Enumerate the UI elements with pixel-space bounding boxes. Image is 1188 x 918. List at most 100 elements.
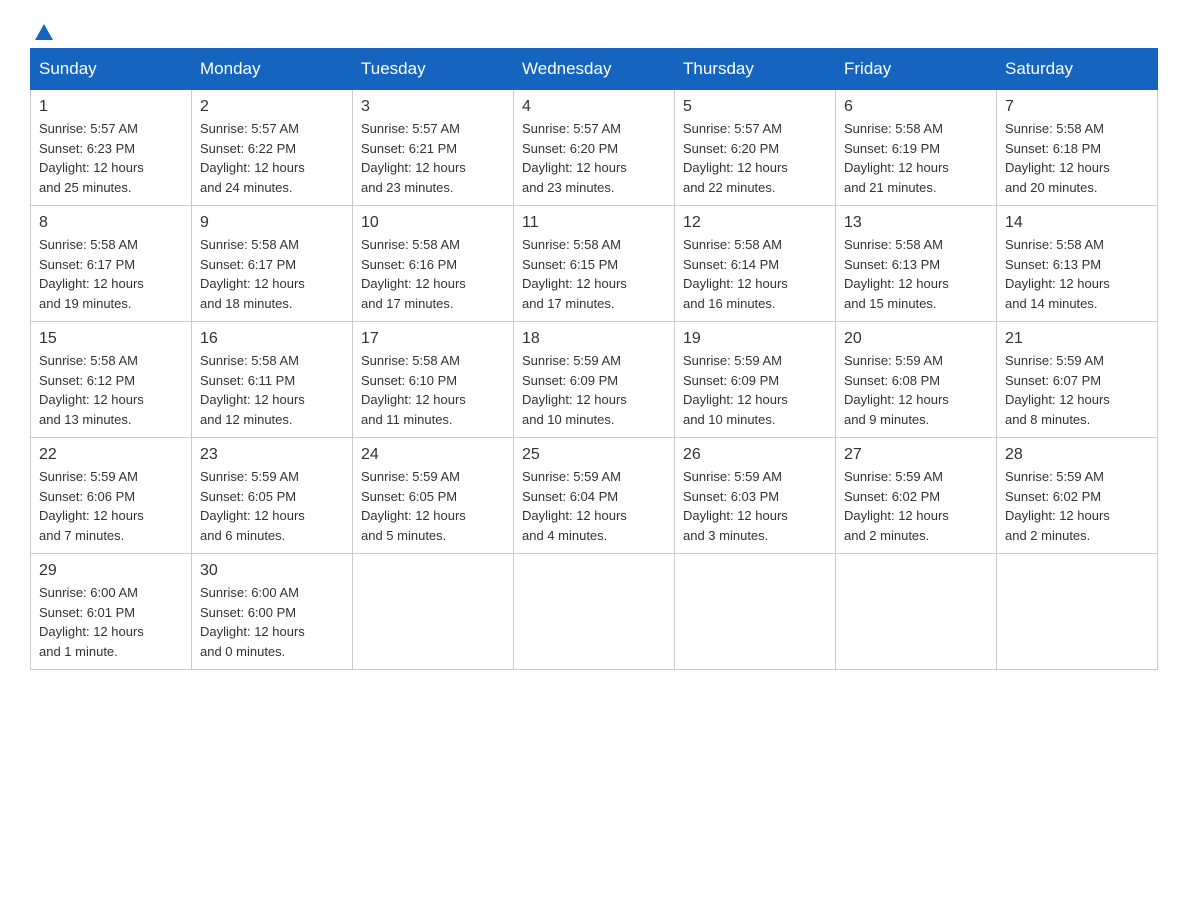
day-number: 23 <box>200 446 344 464</box>
calendar-cell <box>675 554 836 670</box>
day-info: Sunrise: 5:59 AMSunset: 6:05 PMDaylight:… <box>361 469 466 543</box>
logo-triangle-icon <box>33 22 55 44</box>
day-number: 1 <box>39 98 183 116</box>
calendar-header-row: SundayMondayTuesdayWednesdayThursdayFrid… <box>31 49 1158 90</box>
day-info: Sunrise: 5:58 AMSunset: 6:18 PMDaylight:… <box>1005 121 1110 195</box>
day-number: 26 <box>683 446 827 464</box>
day-info: Sunrise: 5:58 AMSunset: 6:13 PMDaylight:… <box>1005 237 1110 311</box>
calendar-cell: 16 Sunrise: 5:58 AMSunset: 6:11 PMDaylig… <box>192 322 353 438</box>
day-info: Sunrise: 5:59 AMSunset: 6:09 PMDaylight:… <box>683 353 788 427</box>
calendar-cell <box>836 554 997 670</box>
day-number: 2 <box>200 98 344 116</box>
header-wednesday: Wednesday <box>514 49 675 90</box>
calendar-cell: 17 Sunrise: 5:58 AMSunset: 6:10 PMDaylig… <box>353 322 514 438</box>
day-number: 24 <box>361 446 505 464</box>
calendar-cell <box>997 554 1158 670</box>
header-friday: Friday <box>836 49 997 90</box>
calendar-cell: 10 Sunrise: 5:58 AMSunset: 6:16 PMDaylig… <box>353 206 514 322</box>
calendar-cell: 25 Sunrise: 5:59 AMSunset: 6:04 PMDaylig… <box>514 438 675 554</box>
day-info: Sunrise: 6:00 AMSunset: 6:00 PMDaylight:… <box>200 585 305 659</box>
day-info: Sunrise: 6:00 AMSunset: 6:01 PMDaylight:… <box>39 585 144 659</box>
calendar-cell: 27 Sunrise: 5:59 AMSunset: 6:02 PMDaylig… <box>836 438 997 554</box>
calendar-cell: 8 Sunrise: 5:58 AMSunset: 6:17 PMDayligh… <box>31 206 192 322</box>
calendar-cell: 15 Sunrise: 5:58 AMSunset: 6:12 PMDaylig… <box>31 322 192 438</box>
calendar-week-5: 29 Sunrise: 6:00 AMSunset: 6:01 PMDaylig… <box>31 554 1158 670</box>
day-number: 9 <box>200 214 344 232</box>
calendar-cell: 14 Sunrise: 5:58 AMSunset: 6:13 PMDaylig… <box>997 206 1158 322</box>
day-number: 8 <box>39 214 183 232</box>
day-info: Sunrise: 5:59 AMSunset: 6:08 PMDaylight:… <box>844 353 949 427</box>
calendar-cell: 12 Sunrise: 5:58 AMSunset: 6:14 PMDaylig… <box>675 206 836 322</box>
day-number: 18 <box>522 330 666 348</box>
calendar-cell: 5 Sunrise: 5:57 AMSunset: 6:20 PMDayligh… <box>675 90 836 206</box>
day-info: Sunrise: 5:59 AMSunset: 6:04 PMDaylight:… <box>522 469 627 543</box>
calendar-cell: 20 Sunrise: 5:59 AMSunset: 6:08 PMDaylig… <box>836 322 997 438</box>
calendar-cell: 6 Sunrise: 5:58 AMSunset: 6:19 PMDayligh… <box>836 90 997 206</box>
calendar-table: SundayMondayTuesdayWednesdayThursdayFrid… <box>30 48 1158 670</box>
header-tuesday: Tuesday <box>353 49 514 90</box>
day-info: Sunrise: 5:58 AMSunset: 6:17 PMDaylight:… <box>39 237 144 311</box>
day-info: Sunrise: 5:57 AMSunset: 6:22 PMDaylight:… <box>200 121 305 195</box>
calendar-cell: 24 Sunrise: 5:59 AMSunset: 6:05 PMDaylig… <box>353 438 514 554</box>
day-number: 10 <box>361 214 505 232</box>
calendar-cell: 22 Sunrise: 5:59 AMSunset: 6:06 PMDaylig… <box>31 438 192 554</box>
calendar-cell <box>353 554 514 670</box>
calendar-cell: 3 Sunrise: 5:57 AMSunset: 6:21 PMDayligh… <box>353 90 514 206</box>
day-number: 21 <box>1005 330 1149 348</box>
day-info: Sunrise: 5:57 AMSunset: 6:20 PMDaylight:… <box>522 121 627 195</box>
day-number: 22 <box>39 446 183 464</box>
calendar-week-2: 8 Sunrise: 5:58 AMSunset: 6:17 PMDayligh… <box>31 206 1158 322</box>
calendar-cell: 4 Sunrise: 5:57 AMSunset: 6:20 PMDayligh… <box>514 90 675 206</box>
day-info: Sunrise: 5:59 AMSunset: 6:05 PMDaylight:… <box>200 469 305 543</box>
day-info: Sunrise: 5:58 AMSunset: 6:11 PMDaylight:… <box>200 353 305 427</box>
calendar-week-3: 15 Sunrise: 5:58 AMSunset: 6:12 PMDaylig… <box>31 322 1158 438</box>
calendar-week-1: 1 Sunrise: 5:57 AMSunset: 6:23 PMDayligh… <box>31 90 1158 206</box>
day-info: Sunrise: 5:59 AMSunset: 6:03 PMDaylight:… <box>683 469 788 543</box>
day-number: 19 <box>683 330 827 348</box>
day-number: 15 <box>39 330 183 348</box>
day-info: Sunrise: 5:58 AMSunset: 6:13 PMDaylight:… <box>844 237 949 311</box>
day-info: Sunrise: 5:58 AMSunset: 6:16 PMDaylight:… <box>361 237 466 311</box>
calendar-cell: 23 Sunrise: 5:59 AMSunset: 6:05 PMDaylig… <box>192 438 353 554</box>
day-number: 29 <box>39 562 183 580</box>
day-info: Sunrise: 5:58 AMSunset: 6:14 PMDaylight:… <box>683 237 788 311</box>
header-monday: Monday <box>192 49 353 90</box>
day-number: 28 <box>1005 446 1149 464</box>
calendar-cell: 2 Sunrise: 5:57 AMSunset: 6:22 PMDayligh… <box>192 90 353 206</box>
day-number: 17 <box>361 330 505 348</box>
calendar-cell: 21 Sunrise: 5:59 AMSunset: 6:07 PMDaylig… <box>997 322 1158 438</box>
page-header <box>30 20 1158 38</box>
calendar-cell <box>514 554 675 670</box>
day-info: Sunrise: 5:58 AMSunset: 6:19 PMDaylight:… <box>844 121 949 195</box>
day-number: 14 <box>1005 214 1149 232</box>
day-info: Sunrise: 5:57 AMSunset: 6:23 PMDaylight:… <box>39 121 144 195</box>
calendar-cell: 30 Sunrise: 6:00 AMSunset: 6:00 PMDaylig… <box>192 554 353 670</box>
day-info: Sunrise: 5:59 AMSunset: 6:02 PMDaylight:… <box>1005 469 1110 543</box>
day-info: Sunrise: 5:57 AMSunset: 6:21 PMDaylight:… <box>361 121 466 195</box>
day-number: 25 <box>522 446 666 464</box>
calendar-cell: 1 Sunrise: 5:57 AMSunset: 6:23 PMDayligh… <box>31 90 192 206</box>
calendar-cell: 7 Sunrise: 5:58 AMSunset: 6:18 PMDayligh… <box>997 90 1158 206</box>
logo <box>30 20 55 38</box>
day-info: Sunrise: 5:58 AMSunset: 6:10 PMDaylight:… <box>361 353 466 427</box>
day-number: 5 <box>683 98 827 116</box>
day-info: Sunrise: 5:58 AMSunset: 6:15 PMDaylight:… <box>522 237 627 311</box>
header-sunday: Sunday <box>31 49 192 90</box>
day-number: 12 <box>683 214 827 232</box>
calendar-cell: 26 Sunrise: 5:59 AMSunset: 6:03 PMDaylig… <box>675 438 836 554</box>
day-info: Sunrise: 5:58 AMSunset: 6:17 PMDaylight:… <box>200 237 305 311</box>
calendar-cell: 19 Sunrise: 5:59 AMSunset: 6:09 PMDaylig… <box>675 322 836 438</box>
day-number: 3 <box>361 98 505 116</box>
calendar-cell: 29 Sunrise: 6:00 AMSunset: 6:01 PMDaylig… <box>31 554 192 670</box>
day-number: 20 <box>844 330 988 348</box>
day-info: Sunrise: 5:58 AMSunset: 6:12 PMDaylight:… <box>39 353 144 427</box>
day-number: 13 <box>844 214 988 232</box>
day-number: 11 <box>522 214 666 232</box>
day-number: 7 <box>1005 98 1149 116</box>
day-info: Sunrise: 5:59 AMSunset: 6:06 PMDaylight:… <box>39 469 144 543</box>
calendar-cell: 9 Sunrise: 5:58 AMSunset: 6:17 PMDayligh… <box>192 206 353 322</box>
day-number: 30 <box>200 562 344 580</box>
day-info: Sunrise: 5:57 AMSunset: 6:20 PMDaylight:… <box>683 121 788 195</box>
day-info: Sunrise: 5:59 AMSunset: 6:09 PMDaylight:… <box>522 353 627 427</box>
header-saturday: Saturday <box>997 49 1158 90</box>
